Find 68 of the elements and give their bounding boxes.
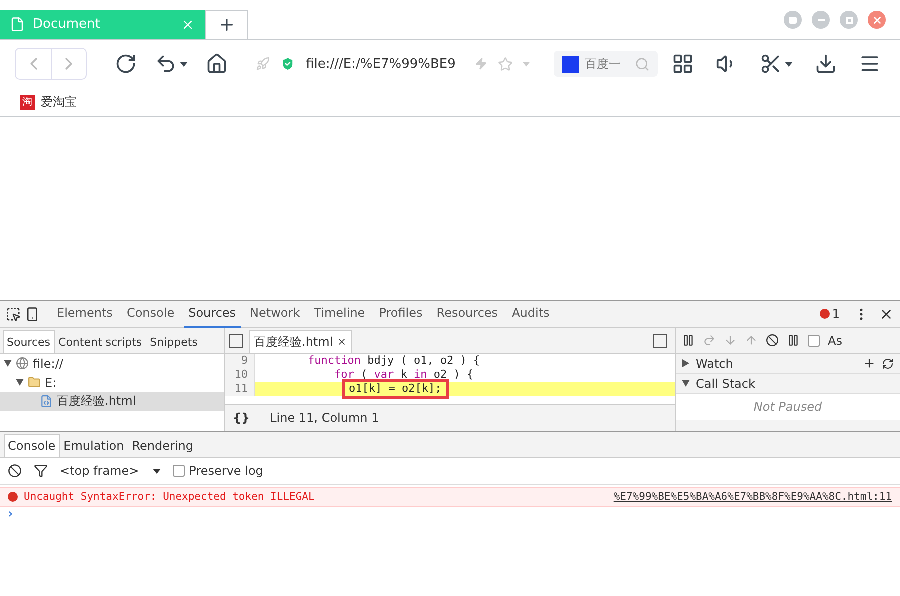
clear-icon[interactable] bbox=[8, 464, 22, 478]
line-number: 9 bbox=[225, 354, 255, 368]
navigator-tab[interactable]: Sources bbox=[3, 330, 55, 353]
error-count[interactable]: 1 bbox=[820, 307, 840, 321]
globe-icon bbox=[16, 357, 29, 370]
download-icon bbox=[815, 53, 837, 75]
section-header[interactable]: Watch bbox=[676, 354, 900, 374]
home-icon bbox=[206, 53, 228, 75]
close-icon[interactable] bbox=[337, 337, 348, 347]
caret-icon[interactable] bbox=[785, 62, 793, 66]
pause-icon[interactable] bbox=[682, 334, 695, 347]
deactivate-breakpoints-icon[interactable] bbox=[766, 334, 779, 347]
address-field[interactable]: file:///E:/%E7%99%BE9 bbox=[306, 56, 466, 72]
reload-icon bbox=[115, 53, 137, 75]
grid-icon bbox=[672, 53, 694, 75]
devtools-tab[interactable]: Resources bbox=[432, 300, 504, 328]
search-field[interactable]: 百度一 bbox=[585, 57, 629, 71]
preserve-log-checkbox[interactable] bbox=[173, 465, 186, 477]
drawer-tab[interactable]: Emulation bbox=[60, 434, 128, 457]
cursor-position: Line 11, Column 1 bbox=[270, 411, 380, 425]
line-number: 11 bbox=[225, 382, 255, 396]
pretty-print-button[interactable]: {} bbox=[233, 411, 250, 425]
devtools-tab[interactable]: Elements bbox=[52, 300, 118, 328]
caret-icon[interactable] bbox=[180, 62, 188, 66]
filter-icon[interactable] bbox=[34, 464, 48, 478]
error-icon bbox=[8, 492, 18, 502]
tree-item[interactable]: file:// bbox=[0, 354, 224, 373]
search-icon bbox=[635, 56, 650, 72]
tree-item[interactable]: 百度经验.html bbox=[0, 392, 224, 411]
devtools-tab[interactable]: Console bbox=[122, 300, 180, 328]
new-tab-button[interactable] bbox=[205, 10, 248, 39]
refresh-icon[interactable] bbox=[882, 358, 894, 370]
context-select[interactable]: <top frame> bbox=[60, 464, 162, 478]
pause-on-exceptions-icon[interactable] bbox=[787, 334, 800, 347]
devtools-tab[interactable]: Network bbox=[245, 300, 306, 328]
empty-message: Not Paused bbox=[676, 394, 900, 420]
source-link[interactable]: %E7%99%BE%E5%BA%A6%E7%BB%8F%E9%AA%8C.html:11 bbox=[614, 491, 892, 503]
file-icon bbox=[40, 395, 53, 408]
file-tab[interactable]: 百度经验.html bbox=[249, 330, 352, 353]
devtools-tab[interactable]: Timeline bbox=[309, 300, 370, 328]
document-icon bbox=[10, 17, 25, 32]
preserve-log-label: Preserve log bbox=[189, 464, 264, 478]
navigator-tab[interactable]: Content scripts bbox=[54, 330, 146, 353]
devtools-tab[interactable]: Audits bbox=[507, 300, 555, 328]
message-text: Uncaught SyntaxError: Unexpected token ILLEGAL bbox=[24, 491, 315, 503]
sidebar-toggle-icon[interactable] bbox=[229, 334, 243, 348]
folder-icon bbox=[28, 376, 41, 389]
console-prompt[interactable]: › bbox=[0, 507, 22, 522]
line-number: 10 bbox=[225, 368, 255, 382]
drawer-tab[interactable]: Console bbox=[4, 434, 60, 457]
scissors-icon bbox=[760, 53, 782, 75]
caret-icon[interactable] bbox=[153, 468, 162, 474]
async-label: As bbox=[828, 334, 842, 348]
close-icon bbox=[872, 14, 882, 26]
rocket-icon bbox=[256, 56, 270, 72]
device-icon[interactable] bbox=[25, 306, 40, 322]
bookmark-link[interactable]: 淘 爱淘宝 bbox=[20, 94, 77, 110]
tab-title: Document bbox=[33, 17, 102, 32]
add-icon[interactable] bbox=[863, 357, 876, 370]
devtools-tab[interactable]: Profiles bbox=[374, 300, 428, 328]
undo-icon bbox=[155, 53, 177, 75]
navigator-tab[interactable]: Snippets bbox=[146, 330, 202, 353]
async-checkbox[interactable] bbox=[808, 334, 820, 346]
star-icon[interactable] bbox=[498, 56, 513, 72]
inspect-icon[interactable] bbox=[6, 306, 21, 322]
drawer-tab[interactable]: Rendering bbox=[128, 434, 198, 457]
bookmark-badge: 淘 bbox=[20, 94, 35, 110]
sidebar-toggle-icon[interactable] bbox=[653, 334, 667, 348]
